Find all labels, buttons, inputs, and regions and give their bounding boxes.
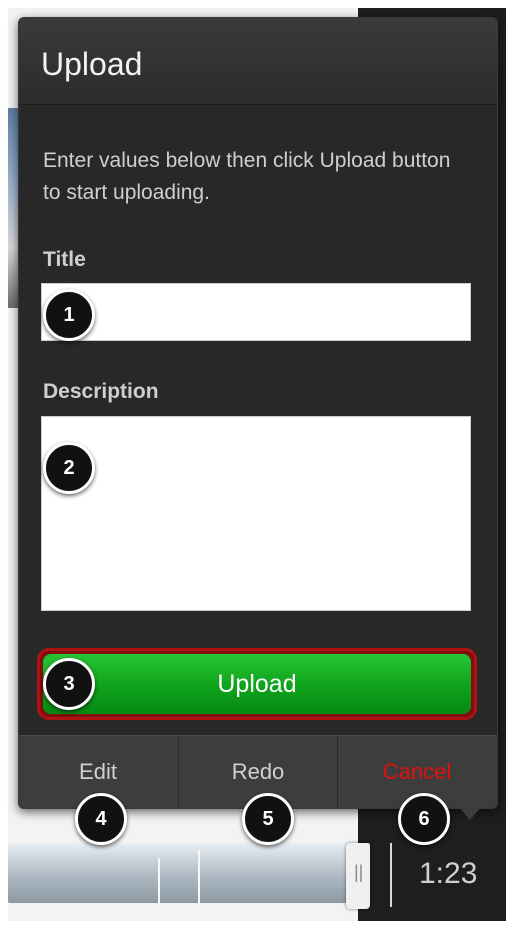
waveform-mark bbox=[198, 850, 200, 904]
upload-button[interactable]: Upload bbox=[43, 654, 471, 714]
title-input[interactable] bbox=[41, 283, 471, 341]
callout-1: 1 bbox=[43, 289, 95, 341]
divider bbox=[390, 843, 392, 907]
popover-header: Upload bbox=[19, 18, 497, 105]
description-label: Description bbox=[43, 380, 159, 403]
time-display: 1:23 bbox=[419, 857, 478, 890]
popover-arrow-icon bbox=[458, 806, 482, 820]
grip-icon: || bbox=[354, 862, 364, 882]
callout-6: 6 bbox=[398, 793, 450, 845]
callout-2: 2 bbox=[43, 442, 95, 494]
media-scrubber[interactable] bbox=[8, 843, 370, 903]
popover-body: Enter values below then click Upload but… bbox=[19, 105, 497, 735]
title-label: Title bbox=[43, 248, 86, 271]
callout-3: 3 bbox=[43, 658, 95, 710]
upload-button-highlight: Upload bbox=[37, 648, 477, 720]
instructions-text: Enter values below then click Upload but… bbox=[43, 149, 451, 204]
callout-5: 5 bbox=[242, 793, 294, 845]
description-textarea[interactable] bbox=[41, 416, 471, 611]
popover-title: Upload bbox=[41, 46, 143, 82]
callout-4: 4 bbox=[75, 793, 127, 845]
waveform-mark bbox=[158, 858, 160, 904]
